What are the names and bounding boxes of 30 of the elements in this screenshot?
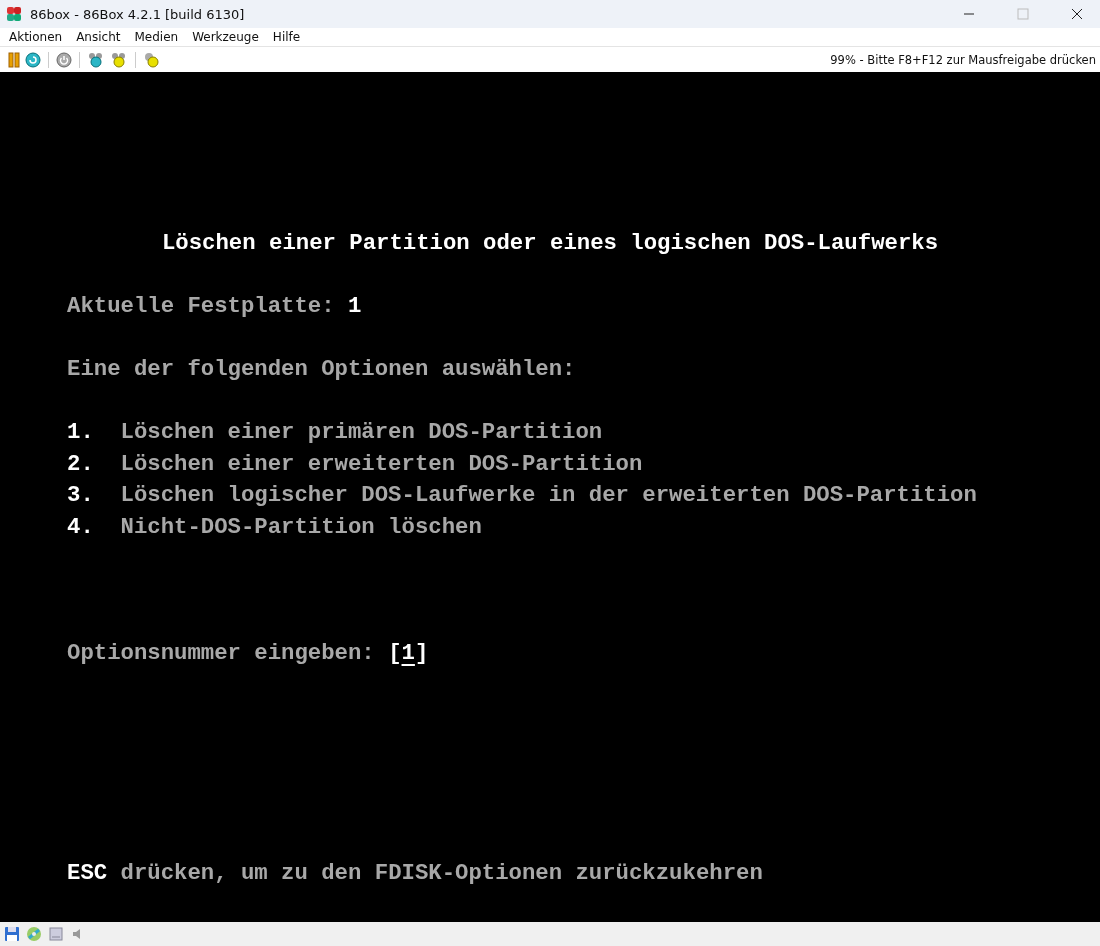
option-label: Nicht-DOS-Partition löschen	[120, 512, 482, 542]
reset-icon[interactable]	[25, 51, 41, 68]
pause-icon[interactable]	[8, 51, 20, 68]
status-text: 99% - Bitte F8+F12 zur Mausfreigabe drücken	[830, 52, 1096, 67]
close-icon[interactable]	[1071, 8, 1083, 20]
disk-label: Aktuelle Festplatte:	[67, 293, 335, 319]
power-icon[interactable]	[56, 51, 72, 68]
footer-text: drücken, um zu den FDISK-Optionen zurückzukehren	[120, 860, 763, 886]
option-number: 3.	[67, 481, 95, 510]
menu-item[interactable]: Medien	[134, 30, 179, 44]
option-input[interactable]: [1]	[388, 637, 429, 669]
option-number: 1.	[67, 418, 95, 447]
input-label: Optionsnummer eingeben:	[67, 639, 375, 666]
prompt-text: Eine der folgenden Optionen auswählen:	[66, 355, 576, 384]
option-number: 4.	[67, 512, 95, 542]
disc-icon[interactable]	[26, 926, 42, 942]
menu-item[interactable]: Hilfe	[272, 30, 301, 44]
menu-item[interactable]: Werkzeuge	[192, 30, 259, 44]
option-number: 2.	[67, 449, 95, 479]
option-label: Löschen einer primären DOS-Partition	[120, 418, 603, 447]
option-label: Löschen einer erweiterten DOS-Partition	[120, 449, 643, 479]
window-title: 86box - 86Box 4.2.1 [build 6130]	[30, 6, 245, 22]
screen-title: Löschen einer Partition oder eines logischen DOS-Laufwerks	[161, 229, 939, 258]
disk-number: 1	[348, 293, 362, 319]
menu-item[interactable]: Aktionen	[9, 30, 63, 44]
app-icon	[6, 6, 22, 22]
option-label: Löschen logischer DOS-Laufwerke in der erweiterten DOS-Partition	[120, 481, 977, 510]
floppy-icon[interactable]	[4, 926, 20, 942]
menu-item[interactable]: Ansicht	[76, 30, 121, 44]
esc-key: ESC	[67, 860, 108, 886]
